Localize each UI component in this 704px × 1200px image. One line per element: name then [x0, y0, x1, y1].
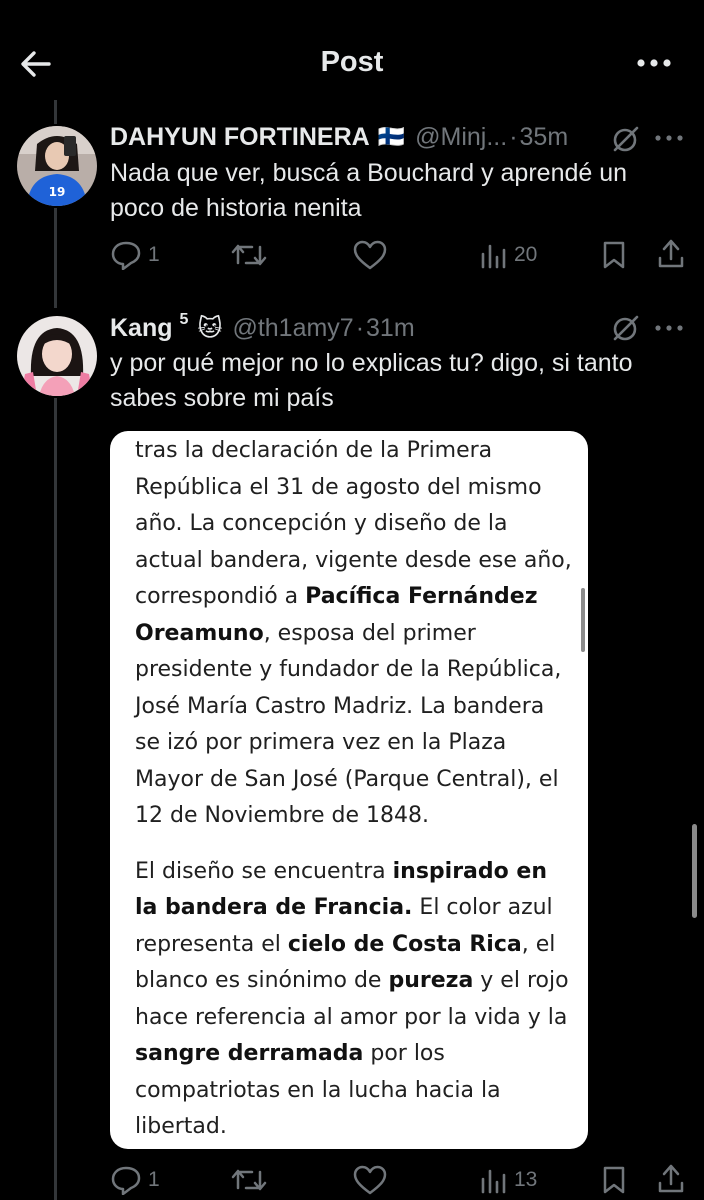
reply-count: 1	[148, 243, 160, 266]
share-icon	[658, 239, 684, 268]
text-run: El diseño se encuentra	[135, 858, 393, 884]
heart-icon	[353, 240, 387, 270]
analytics-icon	[481, 1169, 506, 1194]
bold-text: pureza	[388, 968, 474, 993]
thread-line	[54, 100, 57, 124]
svg-text:19: 19	[49, 185, 66, 199]
reply-button[interactable]: 1	[110, 1165, 160, 1195]
post-text-line: y por qué mejor no lo explicas tu? digo,…	[110, 349, 633, 377]
bookmark-button[interactable]	[601, 240, 627, 270]
view-count: 13	[514, 1168, 538, 1191]
bold-text: cielo de Costa Rica	[287, 931, 522, 957]
repost-button[interactable]	[231, 1165, 267, 1195]
post-text: Nada que ver, buscá a Bouchard y aprendé…	[110, 156, 627, 226]
analytics-icon	[481, 244, 506, 269]
text-run: , esposa del primer presidente y fundado…	[135, 620, 562, 829]
image-scrollbar	[581, 588, 585, 652]
views-button[interactable]: 20	[480, 240, 537, 270]
attached-image[interactable]: tras la declaración de la Primera Repúbl…	[110, 431, 588, 1149]
avatar-image: 19	[17, 126, 97, 206]
grok-icon[interactable]	[610, 312, 642, 344]
more-horizontal-icon[interactable]	[652, 127, 686, 149]
bookmark-icon	[603, 1166, 625, 1194]
bookmark-icon	[603, 241, 625, 269]
more-horizontal-icon[interactable]	[652, 317, 686, 339]
display-name[interactable]: Kang	[110, 314, 173, 343]
post-text-line: sabes sobre mi país	[110, 384, 334, 412]
post-header: Kang 5 🐱 @th1amy7 · 31m	[110, 308, 415, 348]
timestamp[interactable]: 35m	[520, 123, 569, 152]
grok-icon[interactable]	[610, 123, 642, 155]
thread-line	[54, 398, 57, 1200]
display-name[interactable]: DAHYUN FORTINERA	[110, 123, 370, 152]
like-button[interactable]	[353, 240, 387, 270]
post-header: DAHYUN FORTINERA 🇫🇮 @Minj... · 35m	[110, 117, 568, 157]
top-bar: Post	[0, 0, 704, 120]
share-button[interactable]	[656, 238, 686, 270]
handle[interactable]: @th1amy7	[232, 314, 353, 343]
flag-emoji: 🇫🇮	[377, 124, 406, 149]
avatar-image	[17, 316, 97, 396]
like-button[interactable]	[353, 1165, 387, 1195]
superscript: 5	[179, 311, 189, 328]
bold-text: sangre derramada	[135, 1041, 364, 1066]
thread-line	[54, 208, 57, 308]
share-icon	[658, 1164, 684, 1193]
cat-emoji: 🐱	[197, 314, 223, 342]
page-title: Post	[320, 46, 384, 78]
image-text: tras la declaración de la Primera Repúbl…	[135, 433, 575, 1146]
bookmark-button[interactable]	[601, 1165, 627, 1195]
handle[interactable]: @Minj...	[415, 123, 507, 152]
reply-count: 1	[148, 1168, 160, 1191]
reply-button[interactable]: 1	[110, 240, 160, 270]
repost-icon	[231, 244, 267, 266]
post-text: y por qué mejor no lo explicas tu? digo,…	[110, 346, 633, 416]
reply-icon	[111, 1166, 141, 1195]
share-button[interactable]	[656, 1163, 686, 1195]
post-text-line: Nada que ver, buscá a Bouchard y aprendé…	[110, 159, 628, 187]
avatar[interactable]: 19	[17, 126, 97, 206]
avatar[interactable]	[17, 316, 97, 396]
timestamp[interactable]: 31m	[366, 314, 415, 343]
heart-icon	[353, 1165, 387, 1195]
reply-icon	[111, 241, 141, 270]
post-text-line: poco de historia nenita	[110, 194, 362, 222]
image-paragraph-1: tras la declaración de la Primera Repúbl…	[135, 433, 575, 835]
view-count: 20	[514, 243, 538, 266]
image-paragraph-2: El diseño se encuentra inspirado en la b…	[135, 854, 575, 1146]
repost-icon	[231, 1169, 267, 1191]
more-options-button[interactable]	[634, 48, 674, 78]
more-horizontal-icon	[637, 59, 671, 67]
page-scrollbar[interactable]	[692, 824, 697, 918]
dot-separator: ·	[355, 313, 365, 342]
views-button[interactable]: 13	[480, 1165, 537, 1195]
repost-button[interactable]	[231, 240, 267, 270]
dot-separator: ·	[509, 122, 518, 151]
